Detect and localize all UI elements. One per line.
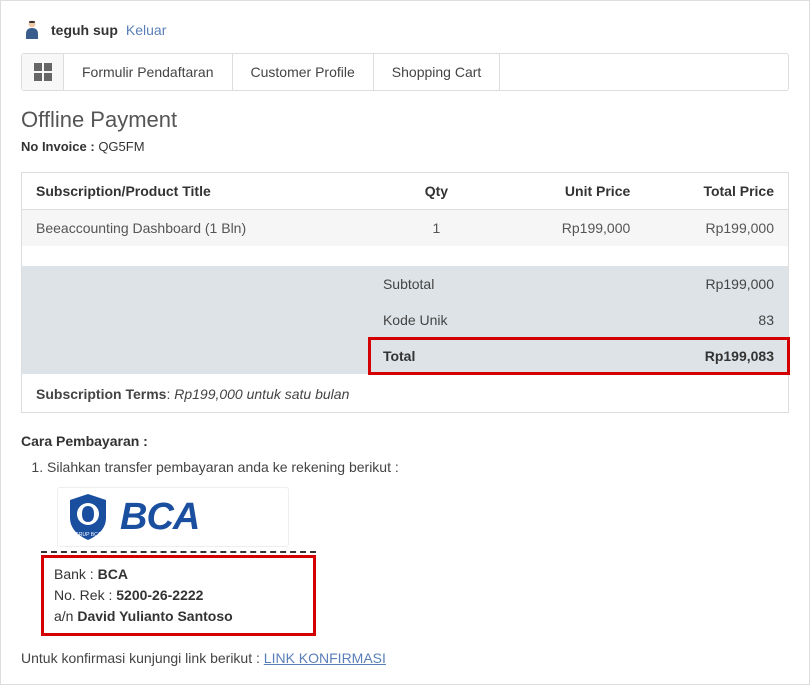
kode-unik-label: Kode Unik [369, 302, 504, 338]
payment-steps: Silahkan transfer pembayaran anda ke rek… [21, 459, 789, 475]
rek-value: 5200-26-2222 [116, 587, 203, 603]
payment-heading: Cara Pembayaran : [21, 433, 789, 449]
avatar [21, 19, 43, 41]
page-title: Offline Payment [21, 107, 789, 133]
user-info-row: teguh sup Keluar [21, 19, 789, 41]
col-qty: Qty [369, 173, 504, 210]
bca-shield-icon: GRUP BCA [66, 492, 110, 542]
total-value: Rp199,083 [529, 338, 788, 374]
bank-logo-text: BCA [120, 496, 199, 539]
tab-formulir-pendaftaran[interactable]: Formulir Pendaftaran [64, 54, 233, 90]
table-row: Beeaccounting Dashboard (1 Bln) 1 Rp199,… [22, 210, 789, 247]
an-value: David Yulianto Santoso [77, 608, 232, 624]
an-label: a/n [54, 608, 73, 624]
user-name: teguh sup [51, 22, 118, 38]
total-row: Total Rp199,083 [22, 338, 789, 374]
invoice-number: QG5FM [98, 139, 144, 154]
terms-row: Subscription Terms: Rp199,000 untuk satu… [22, 374, 789, 413]
divider [41, 551, 316, 553]
invoice-line: No Invoice : QG5FM [21, 139, 789, 154]
payment-step-1: Silahkan transfer pembayaran anda ke rek… [47, 459, 789, 475]
tab-shopping-cart[interactable]: Shopping Cart [374, 54, 501, 90]
grid-icon [34, 63, 52, 81]
rek-label: No. Rek : [54, 587, 112, 603]
subtotal-label: Subtotal [369, 266, 504, 302]
confirm-line: Untuk konfirmasi kunjungi link berikut :… [21, 650, 789, 666]
item-title: Beeaccounting Dashboard (1 Bln) [22, 210, 369, 247]
bank-logo: GRUP BCA BCA [57, 487, 289, 547]
tab-customer-profile[interactable]: Customer Profile [233, 54, 374, 90]
item-unit-price: Rp199,000 [504, 210, 645, 247]
item-qty: 1 [369, 210, 504, 247]
terms-value: Rp199,000 untuk satu bulan [174, 386, 349, 402]
confirm-text: Untuk konfirmasi kunjungi link berikut : [21, 650, 260, 666]
subtotal-value: Rp199,000 [644, 266, 788, 302]
terms-label: Subscription Terms [36, 386, 166, 402]
col-unit: Unit Price [504, 173, 645, 210]
col-total: Total Price [644, 173, 788, 210]
kode-unik-row: Kode Unik 83 [22, 302, 789, 338]
tabbar: Formulir Pendaftaran Customer Profile Sh… [21, 53, 789, 91]
bank-value: BCA [98, 566, 128, 582]
item-total-price: Rp199,000 [644, 210, 788, 247]
order-table: Subscription/Product Title Qty Unit Pric… [21, 172, 789, 413]
bank-label: Bank : [54, 566, 94, 582]
confirm-link[interactable]: LINK KONFIRMASI [264, 650, 386, 666]
col-title: Subscription/Product Title [22, 173, 369, 210]
bank-details-box: Bank : BCA No. Rek : 5200-26-2222 a/n Da… [41, 555, 316, 636]
invoice-label: No Invoice : [21, 139, 95, 154]
dashboard-tab-icon[interactable] [22, 54, 64, 90]
logout-link[interactable]: Keluar [126, 22, 166, 38]
kode-unik-value: 83 [644, 302, 788, 338]
subtotal-row: Subtotal Rp199,000 [22, 266, 789, 302]
total-label: Total [369, 338, 530, 374]
svg-text:GRUP BCA: GRUP BCA [75, 532, 102, 538]
